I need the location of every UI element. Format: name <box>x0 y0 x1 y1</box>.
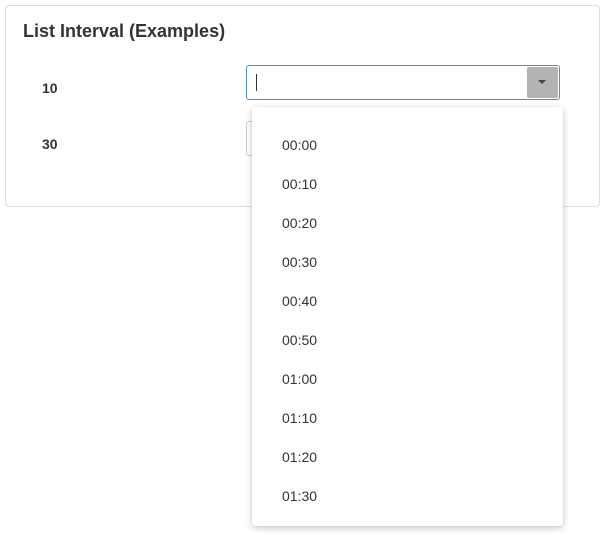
time-option[interactable]: 01:20 <box>252 438 563 477</box>
text-cursor <box>256 74 257 91</box>
time-option[interactable]: 00:10 <box>252 165 563 204</box>
time-option[interactable]: 00:40 <box>252 282 563 321</box>
time-options-list: 00:00 00:10 00:20 00:30 00:40 00:50 01:0… <box>252 107 563 516</box>
time-option[interactable]: 00:50 <box>252 321 563 360</box>
panel-title: List Interval (Examples) <box>23 21 226 41</box>
time-option[interactable]: 01:30 <box>252 477 563 516</box>
time-option[interactable]: 00:30 <box>252 243 563 282</box>
time-option[interactable]: 01:10 <box>252 399 563 438</box>
row-label-10: 10 <box>42 80 58 96</box>
time-option[interactable]: 00:20 <box>252 204 563 243</box>
time-option[interactable]: 01:00 <box>252 360 563 399</box>
time-input-10[interactable] <box>247 66 525 99</box>
time-options-dropdown: 00:00 00:10 00:20 00:30 00:40 00:50 01:0… <box>252 107 563 526</box>
row-label-30: 30 <box>42 136 58 152</box>
time-option[interactable]: 00:00 <box>252 126 563 165</box>
caret-down-icon <box>538 80 546 84</box>
time-combobox-10[interactable] <box>246 65 560 100</box>
dropdown-toggle-button[interactable] <box>527 67 558 98</box>
